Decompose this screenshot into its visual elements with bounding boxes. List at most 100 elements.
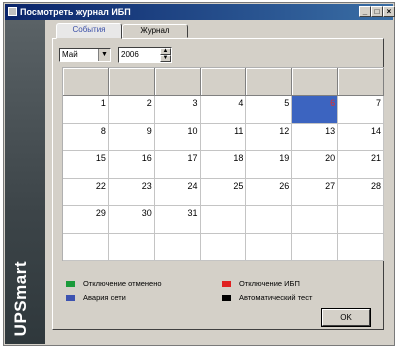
calendar-day-cell[interactable] — [200, 233, 247, 261]
year-spinner[interactable]: 2006 ▲ ▼ — [118, 47, 172, 63]
day-number: 17 — [187, 153, 198, 163]
calendar-day-cell[interactable] — [292, 233, 339, 261]
calendar-day-cell[interactable]: 7 — [338, 96, 384, 124]
day-number: 31 — [187, 208, 198, 218]
legend-cancelled: Отключение отменено — [66, 279, 162, 288]
legend-label: Авария сети — [83, 293, 126, 302]
calendar-day-cell[interactable]: 12 — [246, 123, 293, 151]
calendar-day-cell[interactable]: 21 — [338, 151, 384, 179]
day-number: 23 — [141, 180, 152, 191]
calendar-day-cell[interactable]: 2 — [108, 96, 155, 124]
calendar-day-cell[interactable]: 4 — [200, 96, 247, 124]
day-number: 7 — [375, 98, 381, 108]
day-number: 2 — [146, 98, 152, 108]
day-number: 26 — [279, 180, 290, 191]
calendar-day-cell[interactable]: 13 — [292, 123, 339, 151]
calendar-day-cell[interactable]: 28 — [338, 178, 384, 206]
day-number: 29 — [95, 208, 106, 218]
calendar-day-cell[interactable] — [108, 233, 155, 261]
month-value: Май — [62, 50, 78, 59]
close-button[interactable]: × — [383, 6, 395, 17]
calendar-day-cell[interactable]: 1 — [63, 96, 109, 124]
calendar-day-cell[interactable]: 18 — [200, 151, 247, 179]
day-number: 1 — [100, 98, 106, 108]
calendar-day-cell[interactable] — [246, 206, 293, 234]
maximize-button[interactable]: □ — [371, 6, 383, 17]
ok-button[interactable]: OK — [322, 309, 370, 326]
day-number: 10 — [187, 125, 198, 136]
day-number: 24 — [187, 180, 198, 191]
calendar-day-cell[interactable]: 3 — [154, 96, 201, 124]
calendar-day-cell[interactable]: 20 — [292, 151, 339, 179]
day-number: 3 — [192, 98, 198, 108]
day-number: 27 — [325, 180, 336, 191]
day-number: 6 — [330, 98, 336, 108]
legend-auto-test: Автоматический тест — [222, 293, 312, 302]
day-number: 30 — [141, 208, 152, 218]
legend-swatch-green — [66, 281, 75, 288]
day-number: 18 — [233, 153, 244, 163]
calendar-day-cell[interactable]: 14 — [338, 123, 384, 151]
calendar-day-cell[interactable]: 5 — [246, 96, 293, 124]
calendar-header-cell — [63, 68, 109, 96]
calendar-day-cell[interactable] — [63, 233, 109, 261]
tab-events[interactable]: События — [56, 23, 122, 39]
day-number: 14 — [370, 125, 381, 136]
day-number: 12 — [279, 125, 290, 136]
day-number: 21 — [370, 153, 381, 163]
spin-down-icon[interactable]: ▼ — [160, 55, 171, 62]
day-number: 9 — [146, 125, 152, 136]
legend-power-failure: Авария сети — [66, 293, 126, 302]
legend-shutdown: Отключение ИБП — [222, 279, 300, 288]
calendar-day-cell[interactable] — [338, 206, 384, 234]
chevron-down-icon[interactable]: ▼ — [98, 49, 110, 61]
calendar-day-cell[interactable]: 17 — [154, 151, 201, 179]
day-number: 15 — [95, 153, 106, 163]
day-number: 20 — [325, 153, 336, 163]
month-select[interactable]: Май ▼ — [59, 48, 111, 62]
calendar-day-cell[interactable]: 31 — [154, 206, 201, 234]
calendar-day-cell[interactable] — [200, 206, 247, 234]
calendar-day-cell[interactable] — [338, 233, 384, 261]
day-number: 28 — [370, 180, 381, 191]
calendar-day-cell[interactable] — [154, 233, 201, 261]
calendar-day-cell[interactable]: 9 — [108, 123, 155, 151]
minimize-button[interactable]: _ — [359, 6, 371, 17]
window-title: Посмотреть журнал ИБП — [20, 7, 131, 17]
calendar-day-cell[interactable]: 6 — [292, 96, 339, 124]
title-bar[interactable]: Посмотреть журнал ИБП _ □ × — [5, 4, 395, 20]
calendar-header-cell — [200, 68, 247, 96]
legend-swatch-blue — [66, 295, 75, 302]
calendar-day-cell[interactable]: 24 — [154, 178, 201, 206]
calendar-day-cell[interactable]: 26 — [246, 178, 293, 206]
calendar-day-cell[interactable]: 29 — [63, 206, 109, 234]
calendar-day-cell[interactable]: 30 — [108, 206, 155, 234]
brand-sidebar: UPSmart — [5, 20, 45, 344]
calendar-day-cell[interactable]: 16 — [108, 151, 155, 179]
calendar-day-cell[interactable]: 23 — [108, 178, 155, 206]
day-number: 8 — [100, 125, 106, 136]
day-number: 11 — [234, 125, 244, 136]
calendar-day-cell[interactable]: 22 — [63, 178, 109, 206]
calendar-day-cell[interactable]: 19 — [246, 151, 293, 179]
calendar-day-cell[interactable]: 11 — [200, 123, 247, 151]
calendar-day-cell[interactable]: 25 — [200, 178, 247, 206]
tab-journal[interactable]: Журнал — [122, 24, 188, 38]
spin-up-icon[interactable]: ▲ — [160, 48, 171, 55]
calendar-header-cell — [108, 68, 155, 96]
day-number: 22 — [95, 180, 106, 191]
legend-swatch-black — [222, 295, 231, 302]
calendar-header-cell — [292, 68, 339, 96]
day-number: 4 — [238, 98, 244, 108]
calendar-day-cell[interactable]: 8 — [63, 123, 109, 151]
calendar-day-cell[interactable] — [292, 206, 339, 234]
calendar-day-cell[interactable]: 27 — [292, 178, 339, 206]
calendar-day-cell[interactable]: 15 — [63, 151, 109, 179]
calendar-header-cell — [338, 68, 384, 96]
calendar-grid: 1 2 3 4 5 6 7 8 9 10 11 12 13 14 15 16 17 18 19 20 21 22 23 24 2… — [62, 67, 384, 261]
legend-label: Отключение отменено — [83, 279, 162, 288]
calendar-day-cell[interactable]: 10 — [154, 123, 201, 151]
calendar-day-cell[interactable] — [246, 233, 293, 261]
app-icon — [8, 7, 17, 16]
legend-swatch-red — [222, 281, 231, 288]
